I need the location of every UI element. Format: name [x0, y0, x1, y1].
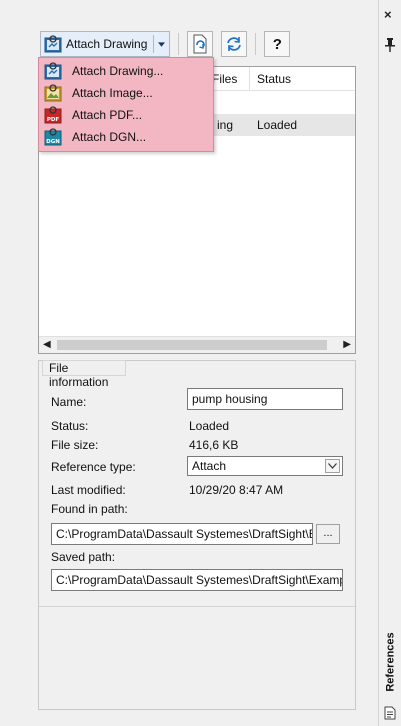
- attach-image-icon: [44, 84, 62, 102]
- scroll-right-icon[interactable]: ▶: [343, 339, 351, 350]
- status-cell: Loaded: [257, 118, 298, 132]
- file-size-value: 416,6 KB: [189, 438, 239, 452]
- reload-reference-button[interactable]: [187, 31, 214, 57]
- close-icon[interactable]: ×: [384, 7, 392, 22]
- attach-dropdown-menu: Attach Drawing... Attach Image... PDF At…: [38, 57, 214, 152]
- chevron-down-icon: [158, 41, 166, 47]
- attach-drawing-icon: [44, 62, 62, 80]
- browse-button[interactable]: ...: [316, 524, 340, 544]
- toolbar: Attach Drawing ?: [40, 30, 291, 58]
- name-label: Name:: [51, 395, 87, 409]
- reload-document-icon: [193, 34, 207, 54]
- attach-drawing-button[interactable]: Attach Drawing: [40, 31, 171, 57]
- reference-type-value: Attach: [192, 459, 227, 473]
- file-name-cell: ing: [217, 118, 234, 132]
- refresh-icon: [227, 37, 242, 51]
- dock-strip: × References: [378, 0, 401, 726]
- dropdown-arrow-button[interactable]: [153, 35, 166, 53]
- pin-icon[interactable]: [385, 38, 395, 52]
- scroll-left-icon[interactable]: ◀: [43, 339, 51, 350]
- attach-drawing-icon: [44, 35, 62, 53]
- column-header-status[interactable]: Status: [257, 72, 291, 86]
- menu-item-label: Attach PDF...: [72, 108, 143, 122]
- references-icon[interactable]: [384, 706, 396, 720]
- horizontal-scrollbar[interactable]: ◀ ▶: [39, 336, 355, 353]
- attach-drawing-label: Attach Drawing: [66, 37, 148, 51]
- menu-item-label: Attach DGN...: [72, 130, 147, 144]
- file-information-title: File information: [42, 360, 126, 389]
- references-tab[interactable]: References: [379, 622, 401, 702]
- last-modified-value: 10/29/20 8:47 AM: [189, 483, 284, 497]
- column-divider[interactable]: [249, 67, 250, 91]
- refresh-references-button[interactable]: [221, 31, 248, 57]
- attach-pdf-icon: PDF: [44, 106, 62, 124]
- status-label: Status:: [51, 419, 89, 433]
- scrollbar-thumb[interactable]: [57, 340, 327, 350]
- saved-path-label: Saved path:: [51, 550, 116, 564]
- menu-item-label: Attach Image...: [72, 86, 153, 100]
- status-value: Loaded: [189, 419, 230, 433]
- help-button[interactable]: ?: [264, 31, 291, 57]
- menu-item-attach-dgn[interactable]: DGN Attach DGN...: [39, 126, 213, 148]
- svg-text:DGN: DGN: [46, 139, 60, 145]
- reference-type-label: Reference type:: [51, 460, 136, 474]
- svg-text:PDF: PDF: [47, 117, 60, 123]
- chevron-down-icon[interactable]: [325, 459, 340, 473]
- references-panel: Attach Drawing ? Files Status ing Loaded…: [0, 0, 378, 726]
- reference-type-select[interactable]: Attach: [187, 456, 343, 476]
- toolbar-separator: [178, 33, 180, 55]
- menu-item-attach-drawing[interactable]: Attach Drawing...: [39, 60, 213, 82]
- divider: [39, 606, 355, 607]
- found-in-path-field[interactable]: C:\ProgramData\Dassault Systemes\DraftSi…: [51, 523, 313, 545]
- menu-item-attach-pdf[interactable]: PDF Attach PDF...: [39, 104, 213, 126]
- attach-dgn-icon: DGN: [44, 128, 62, 146]
- references-tab-label: References: [384, 632, 397, 692]
- menu-item-attach-image[interactable]: Attach Image...: [39, 82, 213, 104]
- menu-item-label: Attach Drawing...: [72, 64, 164, 78]
- file-information-group: File information Name: pump housing Stat…: [38, 360, 356, 710]
- file-size-label: File size:: [51, 438, 99, 452]
- found-in-path-label: Found in path:: [51, 502, 128, 516]
- help-icon: ?: [272, 35, 282, 53]
- last-modified-label: Last modified:: [51, 483, 126, 497]
- toolbar-separator: [255, 33, 257, 55]
- saved-path-field[interactable]: C:\ProgramData\Dassault Systemes\DraftSi…: [51, 569, 343, 591]
- name-field[interactable]: pump housing: [187, 388, 343, 410]
- column-header-files[interactable]: Files: [212, 72, 237, 86]
